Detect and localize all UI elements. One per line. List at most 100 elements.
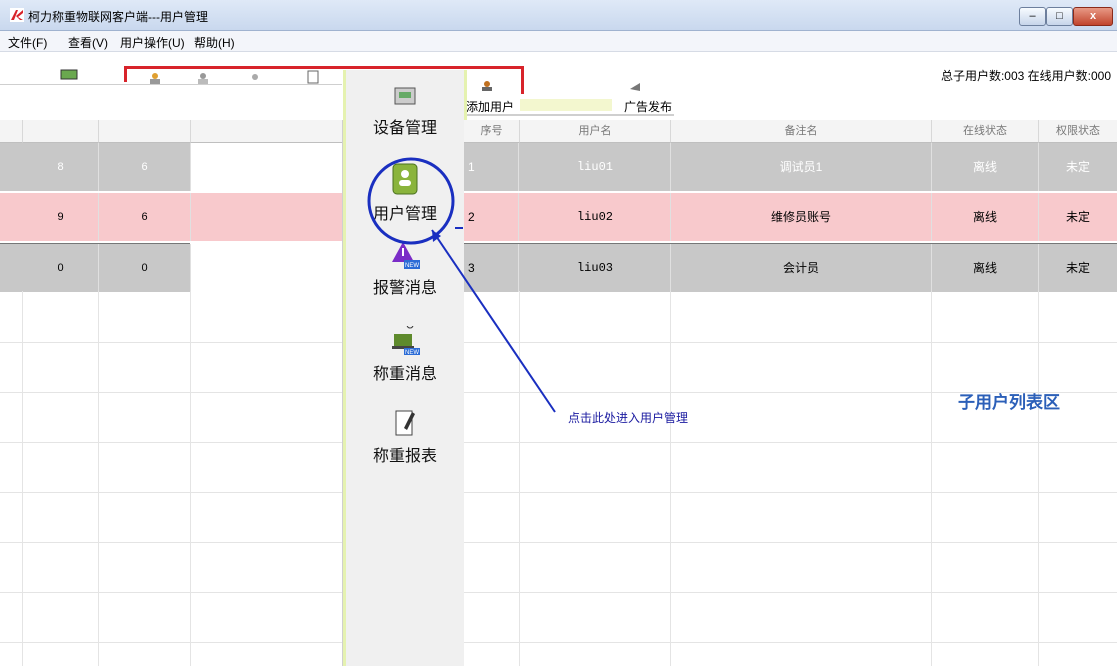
nav-device-management[interactable]: 设备管理	[346, 82, 464, 138]
annotation-hint: 点击此处进入用户管理	[568, 411, 689, 425]
cell-value: 9	[23, 193, 99, 241]
cell-permission: 未定	[1065, 261, 1090, 275]
cell-no: 3	[464, 244, 519, 292]
cell-value: 0	[99, 244, 191, 292]
column-header-no[interactable]: 序号	[464, 120, 520, 143]
nav-label: 称重消息	[372, 366, 437, 383]
cell-permission: 未定	[1065, 160, 1090, 174]
grid-line	[464, 592, 1117, 593]
column-header[interactable]	[23, 120, 99, 143]
cell-remark: 维修员账号	[671, 193, 932, 241]
grid-line	[22, 291, 23, 666]
grid-line	[0, 392, 342, 393]
column-header[interactable]	[191, 120, 342, 143]
person-icon[interactable]	[248, 72, 262, 84]
grid-line	[464, 642, 1117, 643]
grid-line	[931, 291, 932, 666]
table-row[interactable]: 1 liu01 调试员1 离线 未定	[464, 143, 1117, 191]
grid-line	[0, 592, 342, 593]
toolbar-highlight-edge	[521, 66, 524, 94]
menu-user-operation[interactable]: 用户操作(U)	[120, 34, 185, 51]
user-management-icon	[392, 163, 418, 195]
toolbar-highlight-edge	[124, 66, 127, 82]
cell-value: 8	[23, 143, 99, 191]
grid-line	[464, 542, 1117, 543]
area-label: 子用户列表区	[958, 393, 1060, 412]
column-header-remark[interactable]: 备注名	[671, 120, 932, 143]
window-title: 柯力称重物联网客户端---用户管理	[28, 10, 208, 24]
toolbar-highlight-line	[124, 66, 524, 69]
cell-online-status: 离线	[932, 193, 1039, 241]
column-header[interactable]	[0, 120, 23, 143]
cell-permission: 未定	[1065, 210, 1090, 224]
column-header-username[interactable]: 用户名	[520, 120, 671, 143]
weighing-message-icon: NEW	[392, 326, 420, 356]
menu-bar: 文件(F) 查看(V) 用户操作(U) 帮助(H)	[0, 31, 1117, 52]
grid-line	[464, 342, 1117, 343]
grid-line	[0, 342, 342, 343]
nav-label: 报警消息	[372, 280, 437, 297]
add-user-button[interactable]: 添加用户	[466, 98, 514, 115]
column-header-permission[interactable]: 权限状态	[1039, 120, 1117, 143]
table-row[interactable]: 0 0	[0, 243, 191, 292]
nav-weighing-report[interactable]: 称重报表	[346, 408, 464, 466]
svg-text:NEW: NEW	[405, 263, 419, 269]
cell-username: liu02	[520, 193, 671, 241]
grid-line	[0, 542, 342, 543]
cell-value: 6	[99, 143, 191, 191]
disabled-toolbar-button	[520, 99, 612, 111]
toolbar-divider	[0, 84, 342, 85]
maximize-button[interactable]: □	[1046, 7, 1073, 26]
monitor-icon[interactable]	[60, 68, 78, 82]
grid-line	[464, 492, 1117, 493]
grid-line	[0, 492, 342, 493]
grid-line	[1038, 291, 1039, 666]
nav-panel: 设备管理 用户管理 NEW 报警消息 NEW 称重消息 称重报表	[343, 70, 467, 666]
table-row[interactable]: 3 liu03 会计员 离线 未定	[464, 243, 1117, 292]
column-header[interactable]	[99, 120, 191, 143]
nav-alarm-message[interactable]: NEW 报警消息	[346, 240, 464, 298]
device-management-icon	[394, 87, 416, 105]
grid-line	[464, 442, 1117, 443]
cell-online-status: 离线	[932, 244, 1039, 292]
grid-line	[519, 291, 520, 666]
grid-line	[0, 642, 342, 643]
table-row[interactable]: 9 6	[0, 193, 342, 241]
alarm-message-icon: NEW	[392, 242, 420, 269]
grid-line	[670, 291, 671, 666]
weighing-report-icon	[395, 410, 415, 436]
menu-help[interactable]: 帮助(H)	[194, 34, 235, 51]
nav-user-management[interactable]: 用户管理	[346, 162, 464, 224]
close-button[interactable]: x	[1073, 7, 1113, 26]
nav-weighing-message[interactable]: NEW 称重消息	[346, 326, 464, 384]
device-list-grid: 8 6 9 6 0 0	[0, 120, 343, 666]
cell-value: 0	[23, 244, 99, 292]
cell-value: 6	[99, 193, 191, 241]
person-icon[interactable]	[196, 72, 210, 84]
svg-text:NEW: NEW	[405, 350, 419, 356]
ad-publish-button[interactable]: 广告发布	[624, 98, 672, 115]
nav-label: 用户管理	[372, 206, 437, 223]
app-logo-icon	[10, 8, 24, 22]
document-icon[interactable]	[306, 70, 320, 84]
cell-online-status: 离线	[932, 143, 1039, 191]
user-count-status: 总子用户数:003 在线用户数:000	[940, 69, 1111, 83]
nav-label: 设备管理	[372, 120, 437, 137]
grid-line	[190, 291, 191, 666]
table-row[interactable]: 2 liu02 维修员账号 离线 未定	[464, 193, 1117, 241]
column-header-online-status[interactable]: 在线状态	[932, 120, 1039, 143]
title-bar: 柯力称重物联网客户端---用户管理 – □ x	[0, 0, 1117, 31]
cell-no: 2	[464, 193, 519, 241]
menu-file[interactable]: 文件(F)	[8, 34, 47, 51]
person-icon[interactable]	[148, 72, 162, 84]
minimize-button[interactable]: –	[1019, 7, 1046, 26]
menu-view[interactable]: 查看(V)	[68, 34, 108, 51]
table-row[interactable]: 8 6	[0, 143, 191, 191]
add-user-icon	[482, 81, 492, 91]
cell-no: 1	[464, 143, 519, 191]
toolbar-divider	[466, 114, 674, 116]
nav-label: 称重报表	[372, 448, 437, 465]
cell-remark: 会计员	[671, 244, 932, 292]
broadcast-icon	[630, 83, 640, 91]
cell-username: liu01	[520, 143, 671, 191]
